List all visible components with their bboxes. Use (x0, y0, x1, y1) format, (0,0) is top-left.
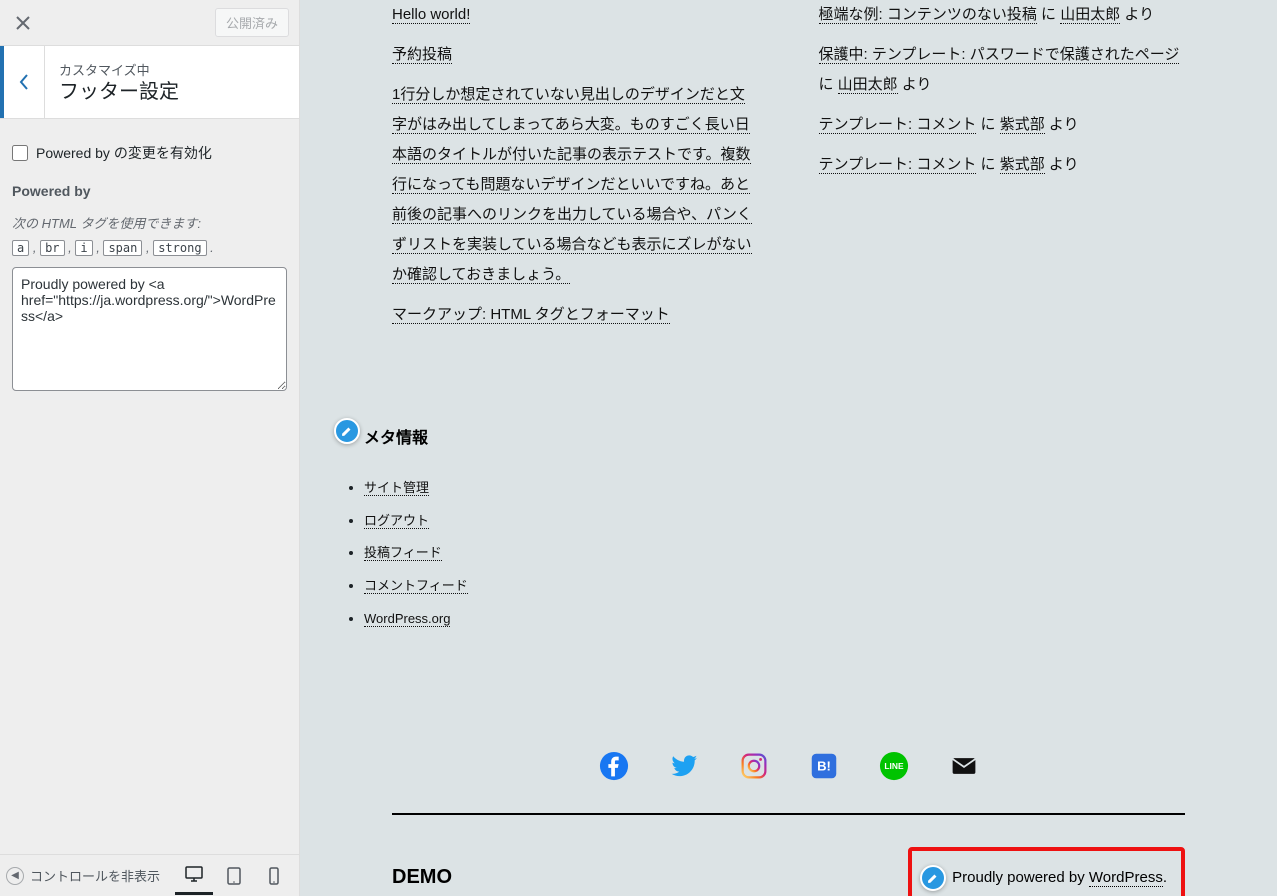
breadcrumb: カスタマイズ中 (59, 60, 179, 79)
field-desc: 次の HTML タグを使用できます: (12, 213, 287, 232)
edit-widget-button[interactable] (334, 418, 360, 444)
allowed-tag: br (40, 240, 64, 256)
joiner-text: に (976, 156, 999, 173)
meta-link[interactable]: WordPress.org (364, 611, 450, 627)
footer-row: DEMO Proudly powered by WordPress. (300, 847, 1277, 896)
footer-divider (392, 813, 1185, 815)
field-title: Powered by (12, 183, 287, 199)
list-item: 保護中: テンプレート: パスワードで保護されたページ に 山田太郎 より (819, 40, 1186, 100)
list-item: 極端な例: コンテンツのない投稿 に 山田太郎 より (819, 0, 1186, 30)
facebook-icon[interactable] (599, 751, 629, 781)
comment-post-link[interactable]: テンプレート: コメント (819, 116, 977, 134)
close-button[interactable] (0, 0, 45, 45)
list-item: Hello world! (392, 0, 759, 30)
suffix-text: より (1120, 6, 1154, 23)
allowed-tag: strong (153, 240, 206, 256)
enable-change-checkbox[interactable] (12, 145, 28, 161)
list-item: コメントフィード (364, 574, 1277, 599)
pencil-icon (926, 871, 940, 885)
post-link[interactable]: 1行分しか想定されていない見出しのデザインだと文字がはみ出してしまってあら大変。… (392, 86, 752, 284)
collapse-icon: ◀ (6, 867, 24, 885)
powered-by-textarea[interactable] (12, 267, 287, 391)
meta-link[interactable]: ログアウト (364, 513, 429, 529)
comment-author-link[interactable]: 紫式部 (1000, 156, 1045, 174)
credit-highlight-box: Proudly powered by WordPress. (908, 847, 1185, 896)
mobile-icon (264, 866, 284, 886)
chevron-left-icon (19, 74, 29, 90)
edit-credit-button[interactable] (920, 865, 946, 891)
list-item: マークアップ: HTML タグとフォーマット (392, 300, 759, 330)
list-item: ログアウト (364, 509, 1277, 534)
device-mobile-button[interactable] (255, 857, 293, 895)
allowed-tags: a , br , i , span , strong . (12, 240, 287, 255)
suffix-text: より (898, 76, 932, 93)
section-header: カスタマイズ中 フッター設定 (0, 45, 299, 119)
joiner-text: に (976, 116, 999, 133)
allowed-tag: i (75, 240, 92, 256)
recent-posts-widget: Hello world! 予約投稿 1行分しか想定されていない見出しのデザインだと文… (328, 0, 759, 340)
list-item: サイト管理 (364, 476, 1277, 501)
meta-link[interactable]: サイト管理 (364, 480, 429, 496)
twitter-icon[interactable] (669, 751, 699, 781)
joiner-text: に (1037, 6, 1060, 23)
enable-change-label[interactable]: Powered by の変更を有効化 (36, 143, 212, 163)
post-link[interactable]: Hello world! (392, 6, 470, 24)
recent-comments-widget: 極端な例: コンテンツのない投稿 に 山田太郎 より保護中: テンプレート: パ… (819, 0, 1250, 340)
comment-post-link[interactable]: テンプレート: コメント (819, 156, 977, 174)
publish-button[interactable]: 公開済み (215, 8, 289, 37)
list-item: 投稿フィード (364, 541, 1277, 566)
device-desktop-button[interactable] (175, 857, 213, 895)
suffix-text: より (1045, 116, 1079, 133)
meta-link[interactable]: 投稿フィード (364, 545, 442, 561)
back-button[interactable] (0, 46, 45, 118)
svg-text:LINE: LINE (884, 761, 904, 771)
list-item: テンプレート: コメント に 紫式部 より (819, 110, 1186, 140)
post-link[interactable]: 予約投稿 (392, 46, 452, 64)
mail-icon[interactable] (949, 751, 979, 781)
svg-text:B!: B! (817, 759, 831, 774)
list-item: WordPress.org (364, 607, 1277, 632)
list-item: 1行分しか想定されていない見出しのデザインだと文字がはみ出してしまってあら大変。… (392, 80, 759, 290)
meta-link[interactable]: コメントフィード (364, 578, 468, 594)
preview-frame[interactable]: Hello world! 予約投稿 1行分しか想定されていない見出しのデザインだと文… (300, 0, 1277, 896)
credit-link[interactable]: WordPress (1089, 869, 1163, 887)
allowed-tag: a (12, 240, 29, 256)
joiner-text: に (819, 76, 838, 93)
hatena-icon[interactable]: B! (809, 751, 839, 781)
collapse-controls[interactable]: ◀ コントロールを非表示 (6, 866, 173, 885)
customizer-panel: 公開済み カスタマイズ中 フッター設定 Powered by の変更を有効化 P… (0, 0, 300, 896)
comment-author-link[interactable]: 山田太郎 (1060, 6, 1120, 24)
meta-widget-title: メタ情報 (364, 424, 1277, 448)
close-icon (16, 16, 30, 30)
comment-post-link[interactable]: 極端な例: コンテンツのない投稿 (819, 6, 1037, 24)
customizer-topbar: 公開済み (0, 0, 299, 45)
allowed-tag: span (103, 240, 142, 256)
instagram-icon[interactable] (739, 751, 769, 781)
post-link[interactable]: マークアップ: HTML タグとフォーマット (392, 306, 670, 324)
social-icons: B! LINE (300, 751, 1277, 781)
pencil-icon (340, 424, 354, 438)
list-item: テンプレート: コメント に 紫式部 より (819, 150, 1186, 180)
meta-widget: メタ情報 サイト管理ログアウト投稿フィードコメントフィード WordPress.o… (364, 424, 1277, 631)
comment-author-link[interactable]: 山田太郎 (838, 76, 898, 94)
comment-author-link[interactable]: 紫式部 (1000, 116, 1045, 134)
collapse-label: コントロールを非表示 (30, 866, 160, 885)
list-item: 予約投稿 (392, 40, 759, 70)
site-title[interactable]: DEMO (392, 866, 452, 889)
tablet-icon (224, 866, 244, 886)
comment-post-link[interactable]: 保護中: テンプレート: パスワードで保護されたページ (819, 46, 1180, 64)
desktop-icon (184, 864, 204, 884)
section-title: フッター設定 (59, 79, 179, 105)
device-tablet-button[interactable] (215, 857, 253, 895)
line-icon[interactable]: LINE (879, 751, 909, 781)
suffix-text: より (1045, 156, 1079, 173)
credit-text: Proudly powered by WordPress. (952, 869, 1167, 886)
customizer-footer: ◀ コントロールを非表示 (0, 854, 299, 896)
